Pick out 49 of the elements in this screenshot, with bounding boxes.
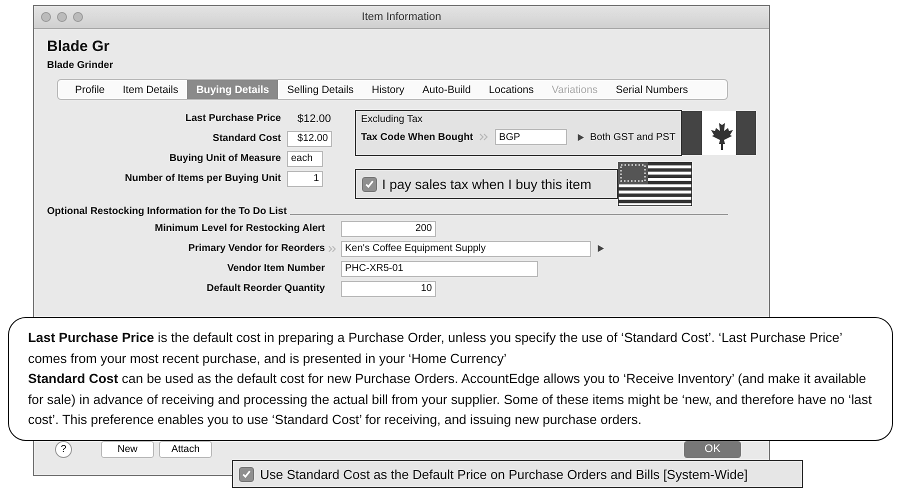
zoom-button[interactable]	[73, 12, 83, 22]
item-code: Blade Gr	[47, 38, 110, 55]
checkbox-label: Use Standard Cost as the Default Price on Purchase Orders and Bills [System-Wide]	[260, 466, 748, 482]
tab[interactable]: Locations	[480, 80, 543, 99]
checkbox-label: I pay sales tax when I buy this item	[382, 176, 592, 192]
tab[interactable]: Selling Details	[278, 80, 363, 99]
tax-code-label: Tax Code When Bought	[361, 132, 474, 142]
field-label: Last Purchase Price	[184, 113, 282, 124]
input-field[interactable]: $12.00	[287, 130, 332, 146]
toolbar-button[interactable]: Attach	[159, 440, 212, 458]
input-field[interactable]: 200	[341, 220, 436, 236]
field-label: Default Reorder Quantity	[206, 283, 325, 294]
checkbox[interactable]	[239, 466, 254, 482]
vendor-field[interactable]: Ken's Coffee Equipment Supply	[341, 240, 591, 256]
checkmark-icon	[241, 468, 252, 480]
help-button[interactable]: ?	[55, 440, 72, 458]
double-chevron-icon[interactable]	[328, 244, 337, 252]
section-heading: Optional Restocking Information for the To Do List	[47, 206, 287, 217]
price-value: $12.00	[296, 112, 331, 124]
field-label: Standard Cost	[212, 133, 282, 144]
field-label: Primary Vendor for Reorders	[187, 243, 325, 254]
tax-heading: Excluding Tax	[361, 114, 423, 125]
tax-code-field[interactable]: BGP	[495, 129, 568, 145]
input-field[interactable]: each	[287, 150, 323, 166]
checkmark-icon	[364, 178, 375, 190]
tab[interactable]: History	[362, 80, 414, 99]
field-label: Vendor Item Number	[226, 263, 325, 274]
checkbox[interactable]	[362, 176, 377, 192]
item-name: Blade Grinder	[47, 60, 114, 71]
toolbar-button[interactable]: New	[101, 440, 154, 458]
close-button[interactable]	[41, 12, 51, 22]
window-title: Item Information	[362, 11, 442, 23]
tab[interactable]: Serial Numbers	[606, 80, 698, 99]
field-label: Minimum Level for Restocking Alert	[154, 223, 325, 234]
input-field[interactable]: PHC-XR5-01	[341, 260, 538, 276]
input-field[interactable]: 1	[287, 170, 323, 186]
tab[interactable]: Item Details	[114, 80, 188, 99]
input-field[interactable]: 10	[341, 280, 436, 296]
minimize-button[interactable]	[57, 12, 67, 22]
tax-description: Both GST and PST	[590, 132, 676, 142]
tab[interactable]: Profile	[66, 80, 114, 99]
ok-button[interactable]: OK	[684, 440, 741, 458]
triangle-icon[interactable]	[597, 245, 604, 252]
field-label: Number of Items per Buying Unit	[124, 173, 282, 184]
double-chevron-icon[interactable]	[479, 133, 490, 141]
triangle-icon[interactable]	[577, 134, 584, 140]
tab[interactable]: Auto-Build	[413, 80, 480, 99]
callout-paragraph: Standard Cost can be used as the default cost for new Purchase Orders. AccountEdge allows you to ‘Receive Inventory’ (and make it available for sale) in advance of receiving and processing the actual bill from your supplier. Some of these items might be ‘new, and therefore have no ‘last cost’. This preference enables you to use ‘Standard Cost’ for receiving, and issuing new purchase orders.	[28, 370, 872, 429]
field-label: Buying Unit of Measure	[168, 153, 282, 164]
